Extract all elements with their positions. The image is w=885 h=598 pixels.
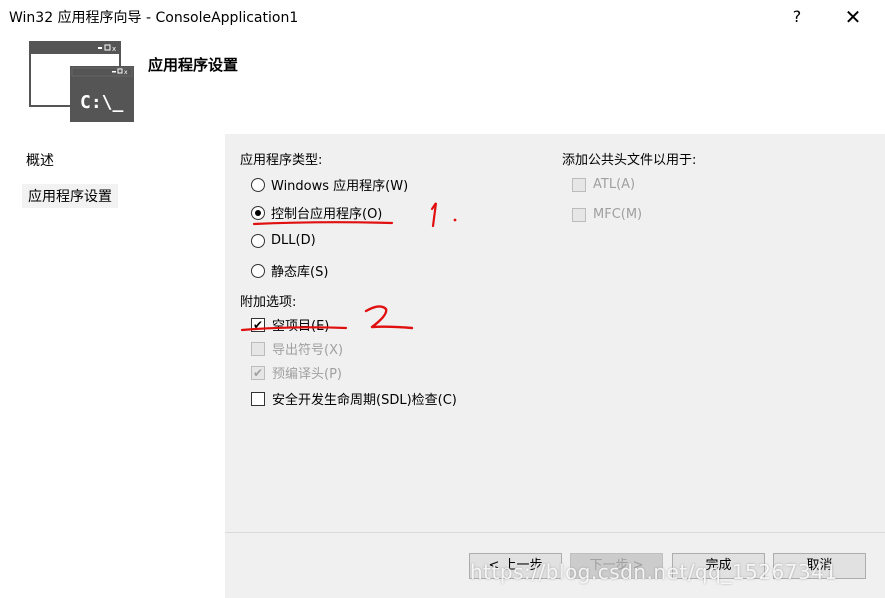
common-headers-label: 添加公共头文件以用于:	[562, 153, 697, 168]
wizard-nav: 概述 应用程序设置	[0, 134, 222, 598]
nav-item-overview[interactable]: 概述	[26, 150, 54, 170]
checkbox-label: 空项目(E)	[272, 319, 330, 334]
radio-circle[interactable]	[251, 263, 265, 278]
checkbox-export-symbols: 导出符号(X)	[251, 339, 343, 358]
radio-circle[interactable]	[251, 177, 265, 192]
checkbox-label: MFC(M)	[593, 207, 643, 222]
title-bar: Win32 应用程序向导 - ConsoleApplication1 ? ✕	[0, 0, 885, 34]
nav-item-app-settings[interactable]: 应用程序设置	[22, 184, 118, 208]
app-type-label: 应用程序类型:	[240, 153, 323, 168]
radio-console-app[interactable]: 控制台应用程序(O)	[251, 203, 382, 222]
checkbox-box-disabled	[251, 341, 265, 356]
svg-text:x: x	[124, 69, 128, 76]
radio-label: Windows 应用程序(W)	[271, 179, 409, 194]
checkbox-label: 导出符号(X)	[272, 343, 344, 358]
radio-circle[interactable]	[251, 233, 265, 248]
radio-static-lib[interactable]: 静态库(S)	[251, 261, 328, 280]
radio-circle-selected[interactable]	[251, 205, 265, 220]
help-button[interactable]: ?	[782, 4, 812, 30]
checkbox-label: 预编译头(P)	[272, 367, 342, 382]
checkbox-box-disabled	[572, 207, 586, 222]
checkbox-label: ATL(A)	[593, 177, 636, 192]
checkbox-box-disabled-checked: ✔	[251, 365, 265, 380]
radio-label: 静态库(S)	[271, 265, 329, 280]
radio-dll[interactable]: DLL(D)	[251, 233, 316, 248]
radio-windows-app[interactable]: Windows 应用程序(W)	[251, 175, 408, 194]
checkbox-box[interactable]	[251, 391, 265, 406]
button-separator	[225, 532, 885, 533]
checkbox-mfc: MFC(M)	[572, 207, 642, 222]
console-app-icon: x x C:\_	[29, 41, 134, 122]
svg-text:x: x	[112, 45, 116, 53]
checkbox-atl: ATL(A)	[572, 177, 635, 192]
watermark-text: https://blog.csdn.net/qq_15267341	[470, 560, 838, 584]
banner: x x C:\_ 应用程序设置	[0, 34, 885, 134]
checkbox-sdl-checks[interactable]: 安全开发生命周期(SDL)检查(C)	[251, 389, 457, 408]
checkbox-box-disabled	[572, 177, 586, 192]
extra-options-label: 附加选项:	[240, 295, 297, 310]
radio-label: DLL(D)	[271, 233, 316, 248]
window-title: Win32 应用程序向导 - ConsoleApplication1	[9, 10, 299, 26]
page-title: 应用程序设置	[148, 56, 239, 74]
icon-prompt-text: C:\_	[80, 92, 124, 113]
radio-label: 控制台应用程序(O)	[271, 207, 383, 222]
checkbox-empty-project[interactable]: ✔ 空项目(E)	[251, 315, 329, 334]
checkbox-label: 安全开发生命周期(SDL)检查(C)	[272, 393, 457, 408]
checkbox-precompiled-header: ✔ 预编译头(P)	[251, 363, 342, 382]
close-button[interactable]: ✕	[838, 4, 868, 30]
checkbox-box-checked[interactable]: ✔	[251, 317, 265, 332]
